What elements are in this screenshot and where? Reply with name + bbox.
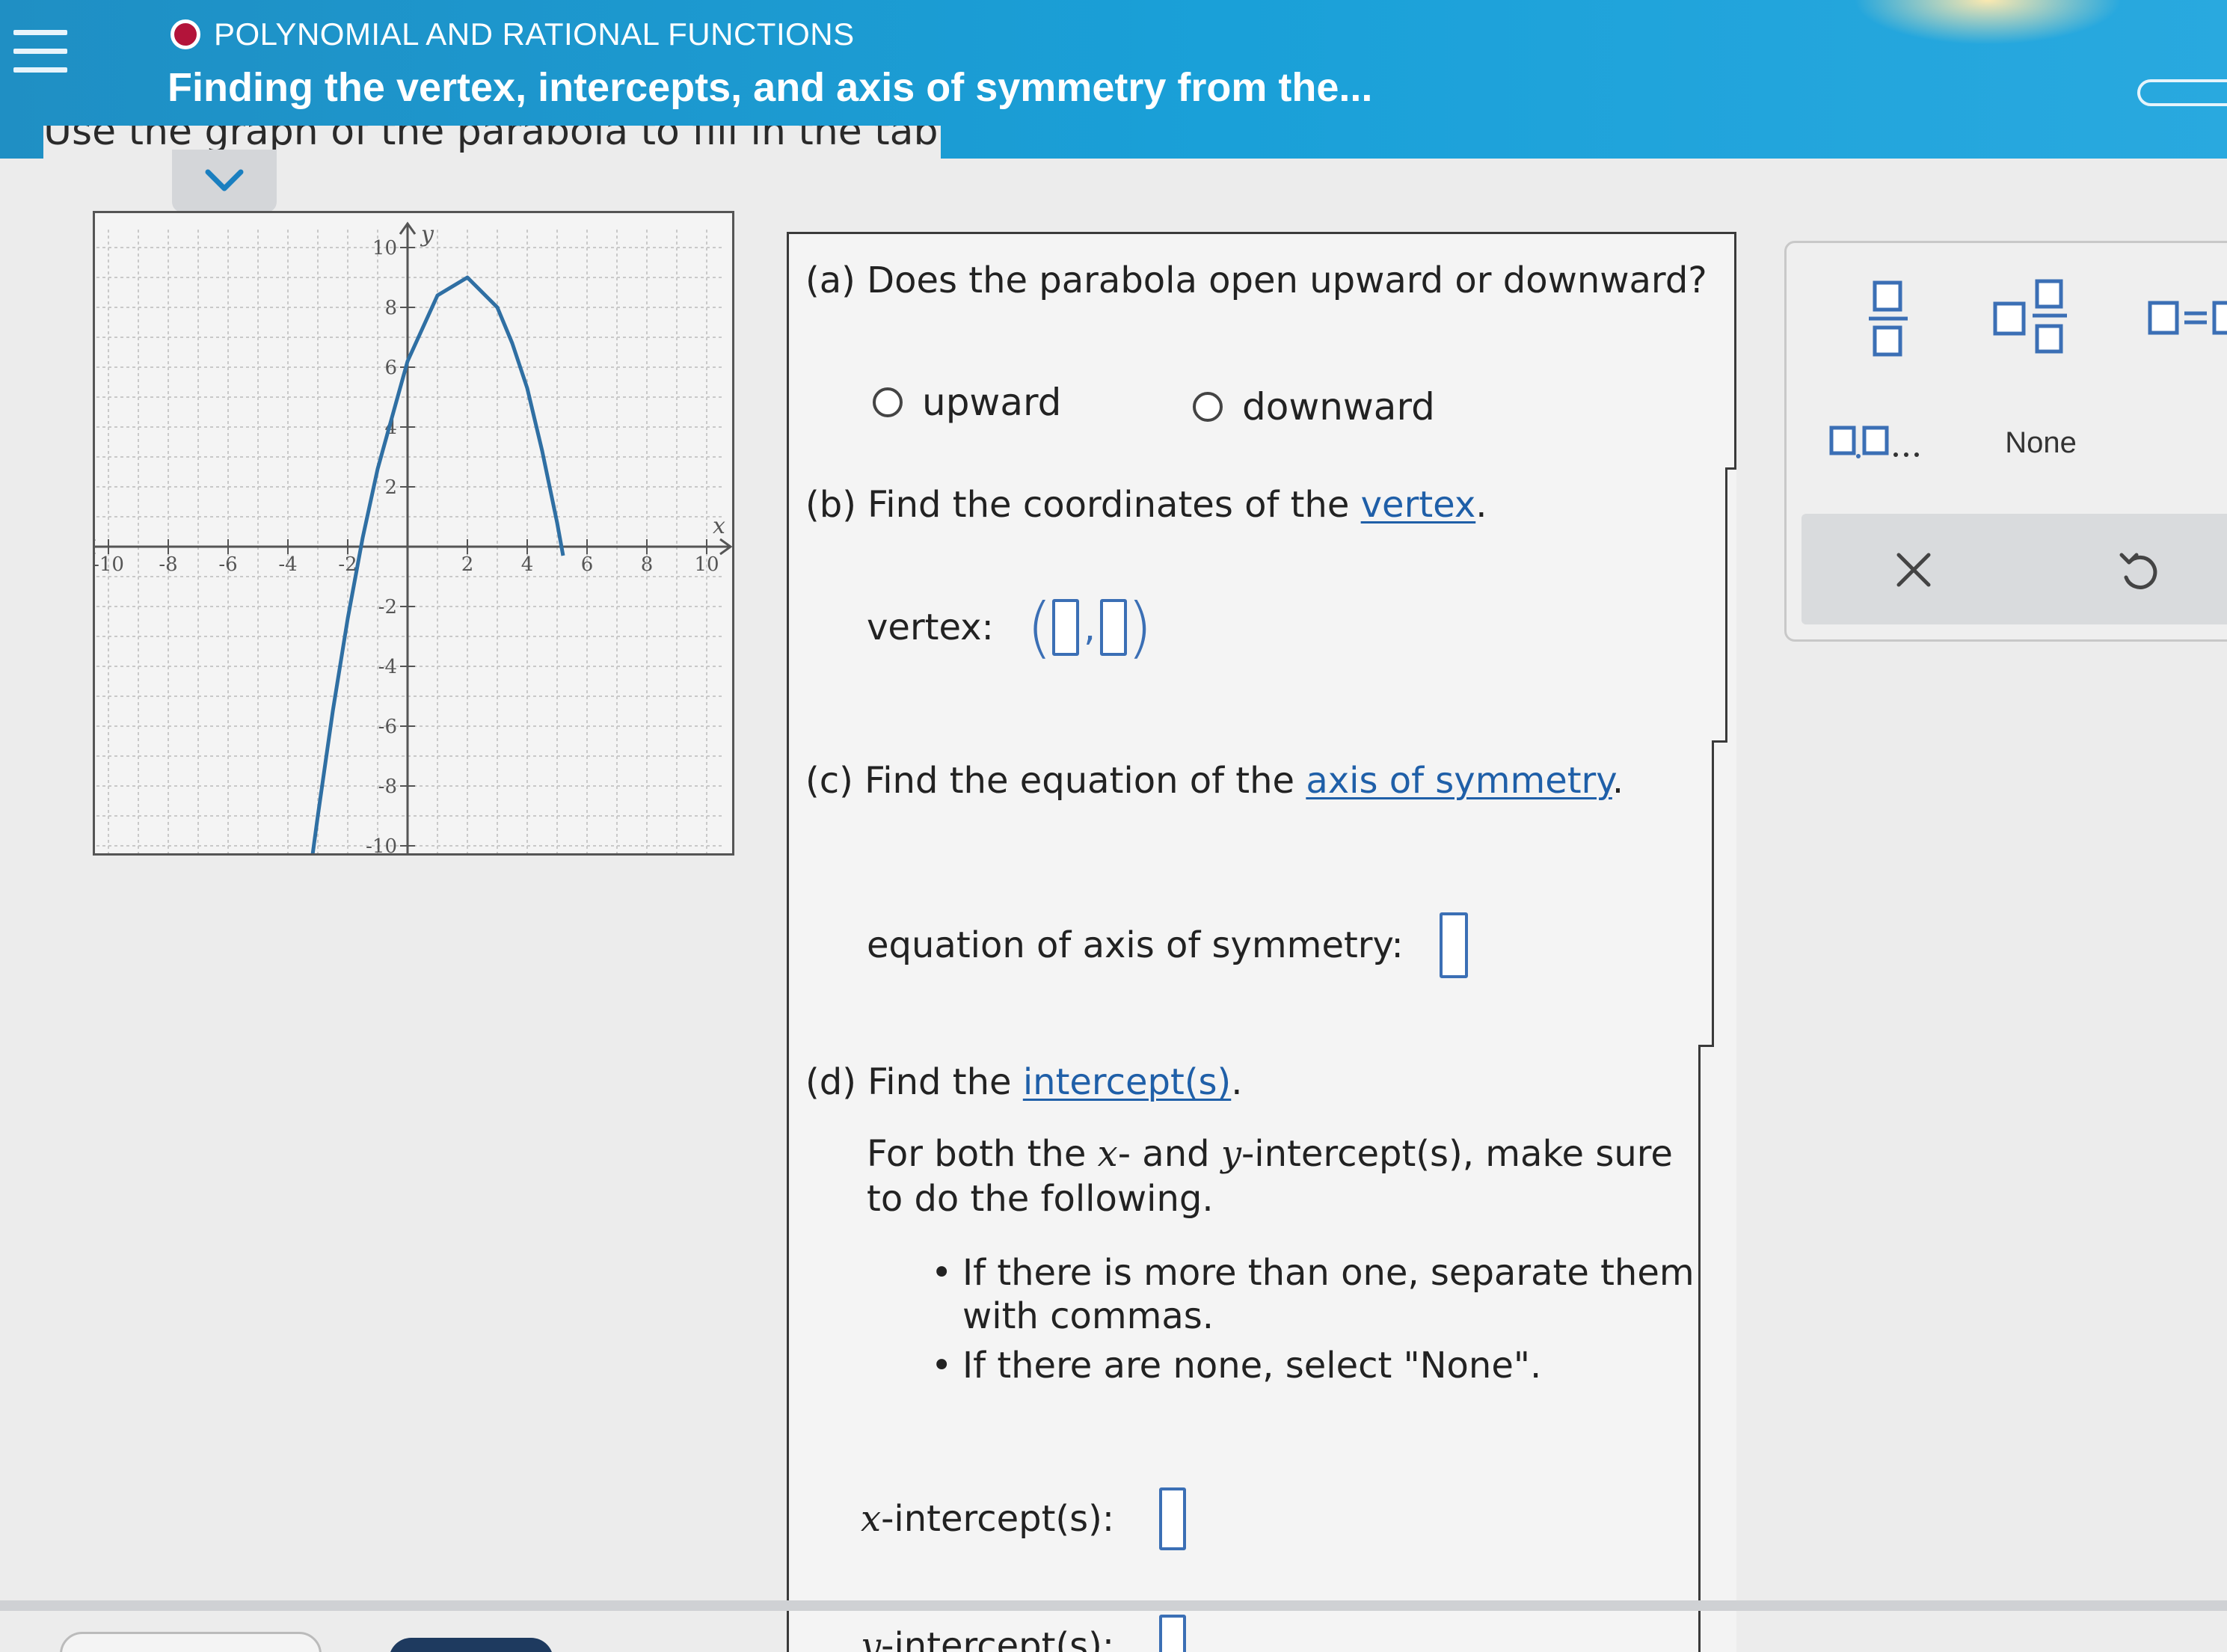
y-tick-label: 6 [384, 357, 397, 379]
axis-of-symmetry-link[interactable]: axis of symmetry [1306, 760, 1612, 802]
mixed-number-button[interactable] [1988, 273, 2078, 363]
fraction-icon [1869, 280, 1908, 357]
x-tick-label: 2 [461, 553, 474, 576]
y-tick-label: 10 [372, 237, 397, 260]
vertex-comma: , [1084, 606, 1096, 649]
equals-icon [2148, 301, 2227, 335]
chevron-down-icon [205, 169, 244, 191]
downward-radio[interactable] [1193, 392, 1223, 422]
bottom-divider [0, 1600, 2227, 1611]
question-a-prompt: (a) Does the parabola open upward or dow… [805, 260, 1707, 301]
none-button[interactable]: None [1981, 417, 2101, 469]
vertex-x-input[interactable] [1052, 599, 1080, 656]
close-paren: ) [1127, 589, 1153, 666]
clear-button[interactable] [1876, 536, 1951, 604]
x-tick-label: 8 [641, 553, 654, 576]
y-tick-label: -4 [378, 656, 397, 678]
x-intercept-row: x -intercept(s): [861, 1487, 1187, 1550]
y-tick-label: -2 [378, 596, 397, 618]
y-intercept-label: -intercept(s): [881, 1625, 1115, 1652]
vertex-link[interactable]: vertex [1361, 484, 1476, 526]
y-tick-label: 8 [384, 297, 397, 319]
question-d: (d) Find the intercept(s). For both the … [787, 1045, 1701, 1652]
x-intercept-input[interactable] [1159, 1487, 1187, 1550]
question-c-prompt: (c) Find the equation of the axis of sym… [805, 760, 1624, 802]
question-c: (c) Find the equation of the axis of sym… [787, 740, 1714, 1047]
question-table: (a) Does the parabola open upward or dow… [787, 232, 1736, 1652]
intercept-instructions: For both the x- and y-intercept(s), make… [867, 1133, 1673, 1220]
vertex-y-input[interactable] [1100, 599, 1128, 656]
topic-row: POLYNOMIAL AND RATIONAL FUNCTIONS [171, 16, 855, 52]
x-tick-label: 6 [581, 553, 594, 576]
y-tick-label: -10 [366, 835, 397, 853]
open-paren: ( [1026, 589, 1053, 666]
x-tick-label: -6 [218, 553, 237, 576]
y-tick-label: -6 [378, 716, 397, 738]
undo-icon [2119, 553, 2157, 589]
list-icon [1829, 426, 1919, 458]
rule-multiple: If there is more than one, separate them… [931, 1251, 1695, 1338]
option-upward[interactable]: upward [873, 381, 1061, 424]
grid-lines [95, 230, 725, 853]
x-tick-label: -4 [278, 553, 297, 576]
axis-answer-row: equation of axis of symmetry: [867, 912, 1468, 978]
y-tick-label: -8 [378, 776, 397, 798]
x-tick-label: -10 [95, 553, 124, 576]
upward-label: upward [922, 381, 1062, 424]
intercept-rules-list: If there is more than one, separate them… [931, 1251, 1695, 1393]
primary-action-button[interactable] [389, 1638, 553, 1652]
downward-label: downward [1242, 385, 1435, 429]
topic-status-icon [171, 19, 200, 49]
graph-canvas: -10 -8 -6 -4 -2 2 4 6 8 10108642-2-4-6-8-10xy [95, 221, 732, 853]
toolbar-action-row [1801, 514, 2227, 624]
axis-label: equation of axis of symmetry: [867, 924, 1404, 966]
math-input-toolbar: None [1784, 241, 2227, 642]
collapse-toggle[interactable] [172, 150, 277, 212]
none-label: None [2005, 426, 2077, 459]
x-tick-label: 10 [694, 553, 719, 576]
undo-button[interactable] [2101, 536, 2175, 604]
page-title: Finding the vertex, intercepts, and axis… [168, 65, 1373, 110]
x-tick-label: -8 [159, 553, 177, 576]
fraction-button[interactable] [1858, 273, 1918, 363]
hamburger-menu-icon[interactable] [13, 30, 67, 78]
y-tick-label: 2 [384, 476, 397, 499]
rule-none: If there are none, select "None". [931, 1344, 1695, 1387]
light-glare [1853, 0, 2122, 45]
x-intercept-label: -intercept(s): [881, 1498, 1115, 1540]
vertex-label: vertex: [867, 607, 994, 648]
parabola-graph: -10 -8 -6 -4 -2 2 4 6 8 10 10 8 6 4 2 -2 -4 -6 -8 -10 x y [93, 211, 734, 856]
x-axis-label: x [713, 513, 725, 539]
question-b: (b) Find the coordinates of the vertex. … [787, 467, 1727, 743]
vertex-answer-row: vertex: ( , ) [867, 595, 1152, 660]
list-button[interactable] [1828, 414, 1933, 466]
mixed-number-icon [1993, 279, 2067, 354]
header-right-control[interactable] [2137, 79, 2227, 106]
option-downward[interactable]: downward [1193, 385, 1435, 429]
upward-radio[interactable] [873, 387, 903, 417]
topic-label: POLYNOMIAL AND RATIONAL FUNCTIONS [214, 16, 855, 52]
question-d-prompt: (d) Find the intercept(s). [805, 1061, 1243, 1103]
y-intercept-input[interactable] [1159, 1615, 1187, 1652]
axis-equation-input[interactable] [1439, 912, 1468, 978]
intercepts-link[interactable]: intercept(s) [1023, 1061, 1231, 1103]
y-axis-label: y [420, 221, 434, 248]
question-b-prompt: (b) Find the coordinates of the vertex. [805, 484, 1487, 526]
question-a: (a) Does the parabola open upward or dow… [787, 232, 1736, 470]
equation-button[interactable] [2145, 288, 2227, 348]
y-intercept-row: y -intercept(s): [861, 1615, 1187, 1652]
x-tick-label: 4 [521, 553, 534, 576]
close-icon [1896, 553, 1931, 587]
secondary-action-button[interactable] [60, 1632, 322, 1652]
